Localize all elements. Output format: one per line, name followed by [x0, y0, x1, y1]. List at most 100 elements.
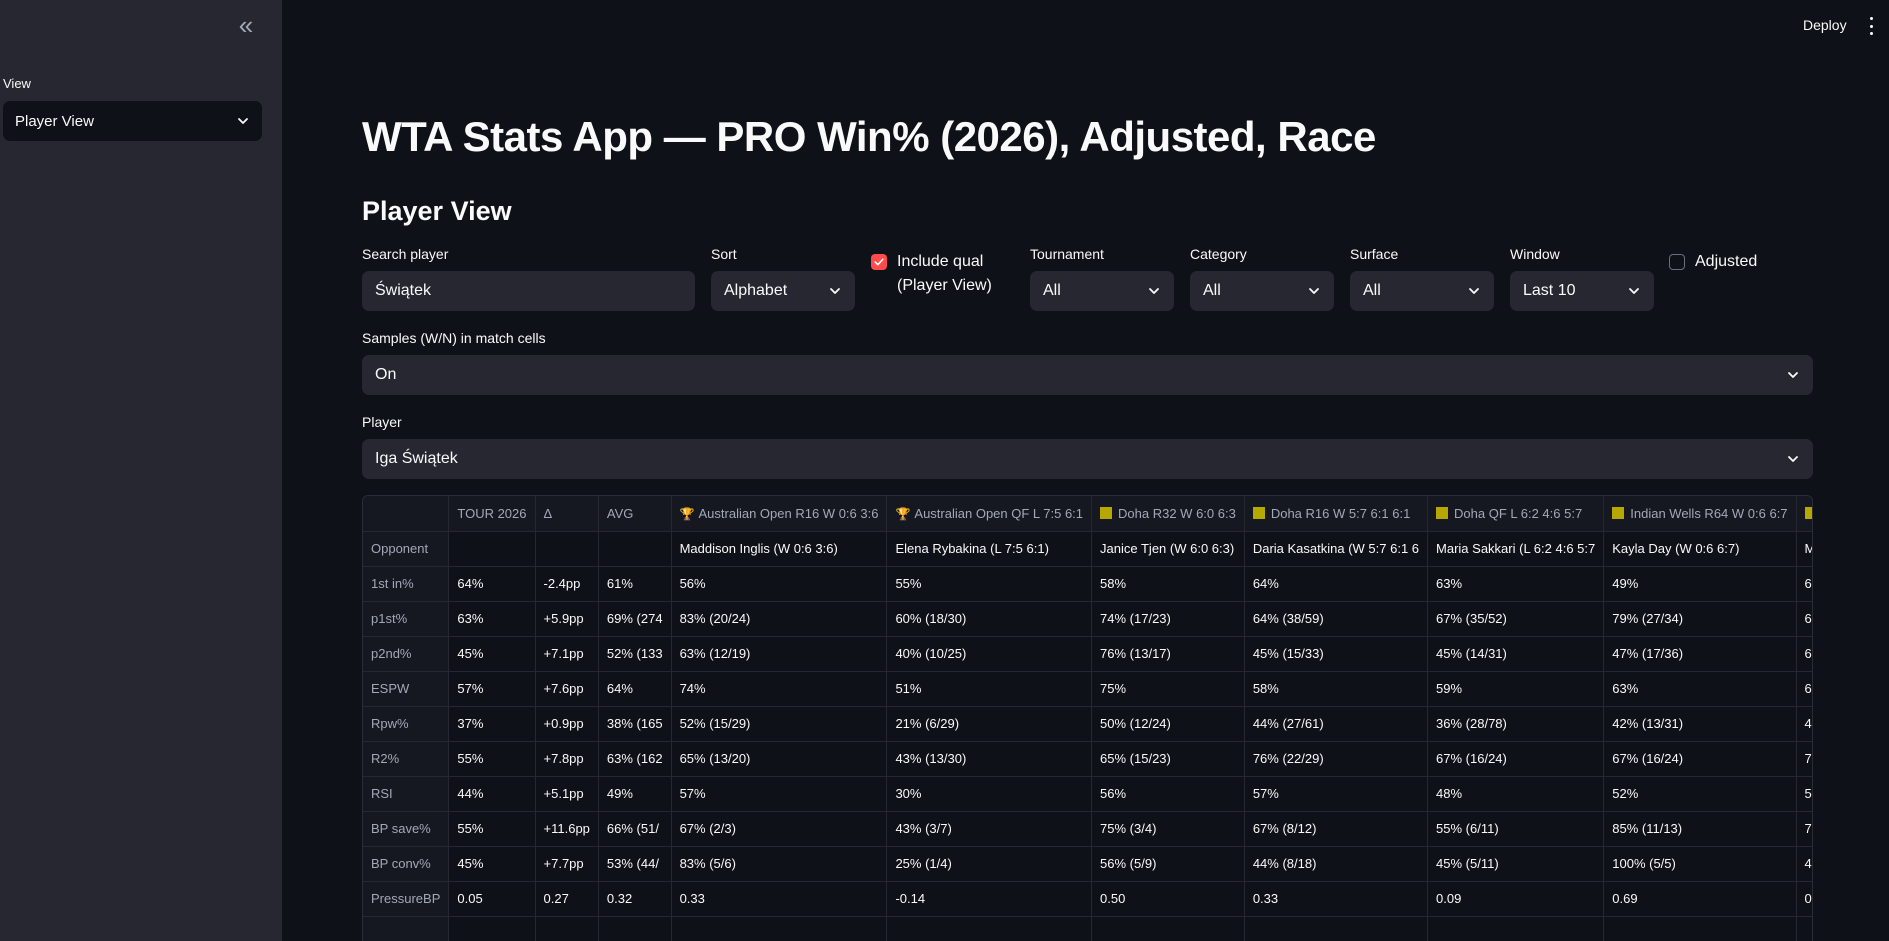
samples-select[interactable]: On [362, 355, 1813, 395]
table-cell[interactable]: 68% [1796, 566, 1812, 602]
table-cell[interactable] [1427, 916, 1605, 941]
table-cell[interactable]: Maria Sakkari [1796, 531, 1812, 567]
table-cell[interactable]: +7.7pp [535, 846, 599, 882]
table-cell[interactable]: +7.8pp [535, 741, 599, 777]
table-cell[interactable]: 45% (14/31) [1427, 636, 1605, 672]
table-cell[interactable]: 45% [448, 636, 536, 672]
table-cell[interactable]: 0.33 [1244, 881, 1429, 917]
table-cell[interactable]: 64% [1244, 566, 1429, 602]
table-cell[interactable] [1603, 916, 1797, 941]
table-cell[interactable]: 45% (15/33) [1244, 636, 1429, 672]
table-cell[interactable]: 63% (12/19) [1796, 636, 1812, 672]
table-cell[interactable]: 45% [448, 846, 536, 882]
column-header[interactable]: Δ [535, 496, 599, 532]
table-cell[interactable]: 74% [671, 671, 888, 707]
table-cell[interactable]: 57% [671, 776, 888, 812]
row-header[interactable]: BP conv% [363, 846, 450, 882]
column-header[interactable]: Indian Wells R64 W 0:6 6:7 [1603, 496, 1797, 532]
column-header[interactable]: 🏆 Australian Open R16 W 0:6 3:6 [671, 496, 888, 532]
table-cell[interactable]: 25% (1/4) [886, 846, 1093, 882]
table-cell[interactable]: 36% (28/78) [1427, 706, 1605, 742]
table-cell[interactable] [671, 916, 888, 941]
table-cell[interactable] [598, 916, 672, 941]
row-header[interactable]: RSI [363, 776, 450, 812]
table-cell[interactable]: 0.32 [598, 881, 672, 917]
table-cell[interactable]: 37% [448, 706, 536, 742]
row-header[interactable]: 1st in% [363, 566, 450, 602]
table-cell[interactable]: 0.05 [448, 881, 536, 917]
table-cell[interactable]: +0.9pp [535, 706, 599, 742]
table-cell[interactable]: 47% (17/36) [1603, 636, 1797, 672]
table-cell[interactable]: 63% [1796, 671, 1812, 707]
column-header[interactable]: Doha R32 W 6:0 6:3 [1091, 496, 1245, 532]
table-cell[interactable]: 43% (13/30) [886, 741, 1093, 777]
column-header[interactable]: Doha R16 W 5:7 6:1 6:1 [1244, 496, 1429, 532]
row-header[interactable]: p1st% [363, 601, 450, 637]
view-select[interactable]: Player View [3, 101, 262, 141]
table-cell[interactable]: 83% (5/6) [671, 846, 888, 882]
table-cell[interactable] [535, 531, 599, 567]
table-cell[interactable]: 55% [448, 741, 536, 777]
table-cell[interactable]: 69% (274 [598, 601, 672, 637]
table-cell[interactable]: 67% (16/24) [1427, 741, 1605, 777]
table-cell[interactable]: 79% (27/34) [1603, 601, 1797, 637]
table-cell[interactable]: -2.4pp [535, 566, 599, 602]
table-cell[interactable]: 64% [598, 671, 672, 707]
column-header[interactable]: AVG [598, 496, 672, 532]
column-header[interactable] [363, 496, 450, 532]
table-cell[interactable]: 55% (6/11) [1427, 811, 1605, 847]
table-cell[interactable]: 76% (13/17) [1091, 636, 1245, 672]
table-cell[interactable]: Elena Rybakina (L 7:5 6:1) [886, 531, 1093, 567]
table-cell[interactable]: 44% (8/18) [1244, 846, 1429, 882]
table-cell[interactable]: 64% (38/59) [1244, 601, 1429, 637]
adjusted-checkbox[interactable] [1669, 254, 1685, 270]
table-cell[interactable] [448, 531, 536, 567]
table-cell[interactable]: 67% (35/52) [1427, 601, 1605, 637]
table-cell[interactable]: 63% (26/41) [1796, 601, 1812, 637]
include-qual-checkbox[interactable] [871, 254, 887, 270]
table-cell[interactable]: 74% (17/23) [1091, 601, 1245, 637]
table-cell[interactable]: 58% [1796, 776, 1812, 812]
table-cell[interactable]: 43% (3/7) [886, 811, 1093, 847]
table-cell[interactable]: 85% (11/13) [1603, 811, 1797, 847]
table-cell[interactable]: 60% (18/30) [886, 601, 1093, 637]
table-cell[interactable]: 83% (20/24) [671, 601, 888, 637]
table-cell[interactable]: -0.14 [886, 881, 1093, 917]
table-cell[interactable]: 63% (12/19) [671, 636, 888, 672]
table-cell[interactable]: 56% [671, 566, 888, 602]
table-cell[interactable]: 52% (133 [598, 636, 672, 672]
table-cell[interactable]: 58% [1244, 671, 1429, 707]
row-header[interactable]: Opponent [363, 531, 450, 567]
table-cell[interactable]: 56% (5/9) [1091, 846, 1245, 882]
table-cell[interactable]: 76% (22/29) [1244, 741, 1429, 777]
table-cell[interactable]: 56% [1091, 776, 1245, 812]
table-cell[interactable]: 63% [1427, 566, 1605, 602]
column-header[interactable]: 🏆 Australian Open QF L 7:5 6:1 [886, 496, 1093, 532]
table-cell[interactable]: Kayla Day (W 0:6 6:7) [1603, 531, 1797, 567]
column-header[interactable]: Doha QF L 6:2 4:6 5:7 [1427, 496, 1605, 532]
player-select[interactable]: Iga Świątek [362, 439, 1813, 479]
category-select[interactable]: All [1190, 271, 1334, 311]
table-cell[interactable]: 67% (2/3) [671, 811, 888, 847]
table-cell[interactable]: 0.50 [1091, 881, 1245, 917]
table-cell[interactable]: 66% (51/ [598, 811, 672, 847]
table-cell[interactable]: 55% [448, 811, 536, 847]
table-cell[interactable]: 0.09 [1427, 881, 1605, 917]
row-header[interactable]: ESPW [363, 671, 450, 707]
surface-select[interactable]: All [1350, 271, 1494, 311]
search-player-input[interactable]: Świątek [362, 271, 695, 311]
table-cell[interactable]: 75% (3/4) [1091, 811, 1245, 847]
table-cell[interactable]: 75% (6/8) [1796, 811, 1812, 847]
window-select[interactable]: Last 10 [1510, 271, 1654, 311]
table-cell[interactable]: 42% (13/31) [1603, 706, 1797, 742]
table-cell[interactable]: 30% [886, 776, 1093, 812]
table-cell[interactable]: 67% (16/24) [1603, 741, 1797, 777]
table-cell[interactable]: 65% (13/20) [671, 741, 888, 777]
main-menu-icon[interactable] [1866, 17, 1876, 35]
table-cell[interactable]: 52% (15/29) [671, 706, 888, 742]
table-cell[interactable]: 45% (5/11) [1796, 846, 1812, 882]
table-cell[interactable]: 0.33 [671, 881, 888, 917]
table-cell[interactable]: 53% (44/ [598, 846, 672, 882]
tournament-select[interactable]: All [1030, 271, 1174, 311]
table-cell[interactable]: 50% (12/24) [1091, 706, 1245, 742]
